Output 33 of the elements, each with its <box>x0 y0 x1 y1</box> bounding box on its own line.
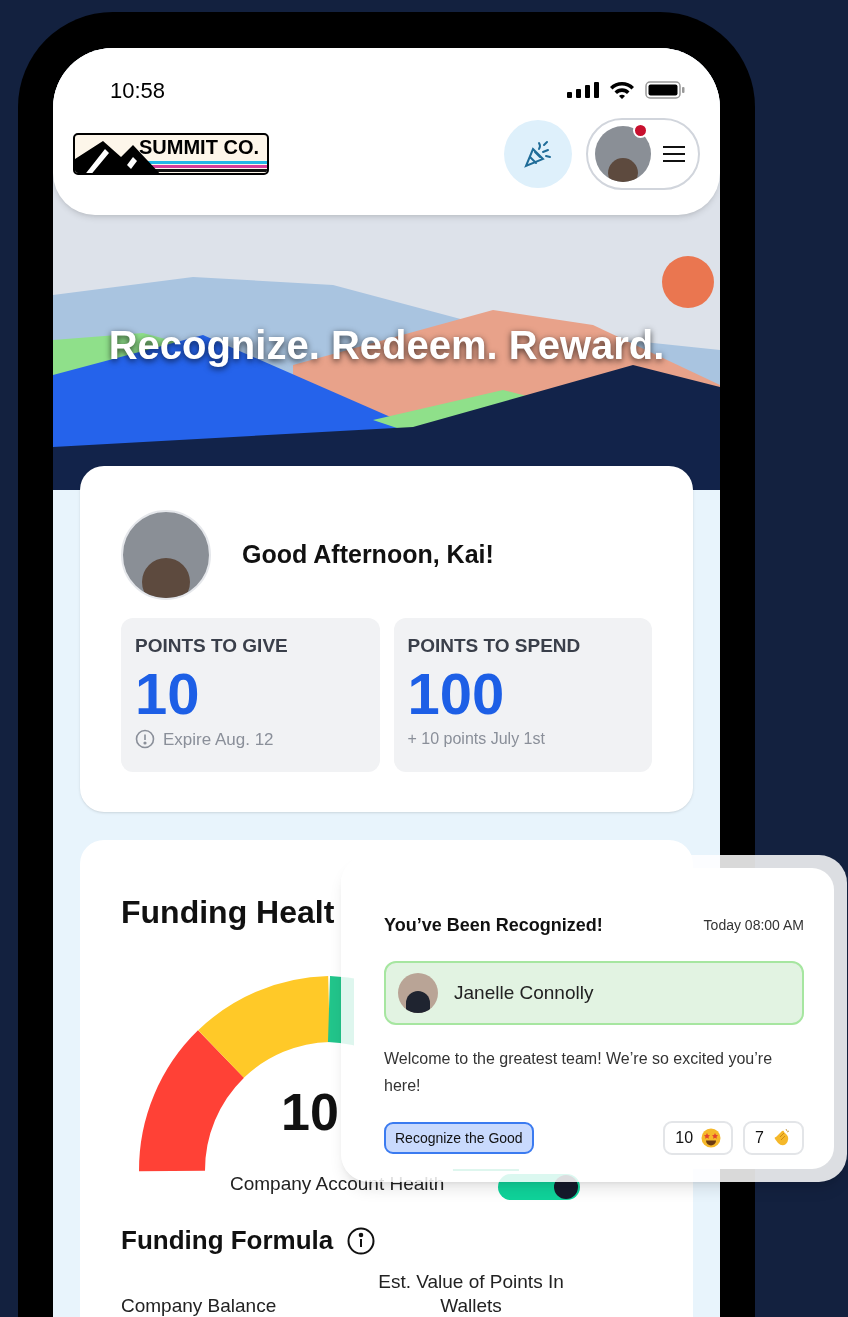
greeting-text: Good Afternoon, Kai! <box>242 539 494 571</box>
reaction-button[interactable]: 7 <box>743 1121 804 1155</box>
alert-icon <box>135 729 155 750</box>
section-title: Funding Formula <box>121 1224 334 1257</box>
points-label: POINTS TO GIVE <box>135 634 289 658</box>
menu-icon <box>663 146 685 162</box>
formula-term: Company Balance <box>121 1294 278 1317</box>
summit-logo[interactable]: SUMMIT CO. <box>73 133 269 175</box>
logo-text: SUMMIT CO. <box>139 135 259 160</box>
points-note: + 10 points July 1st <box>407 728 545 749</box>
avatar-silhouette <box>595 126 651 182</box>
reaction-button[interactable]: 10 <box>663 1121 734 1155</box>
clapping-hands-icon <box>772 1128 792 1148</box>
recognize-button[interactable]: Recognize the Good <box>384 1122 534 1154</box>
card-title: Funding Healt <box>121 893 335 932</box>
notification-title: You’ve Been Recognized! <box>384 914 603 937</box>
formula-term: Est. Value of Points In Wallets <box>377 1270 565 1317</box>
points-value: 10 <box>135 662 201 725</box>
avatar-silhouette <box>398 973 438 1013</box>
points-label: POINTS TO SPEND <box>407 634 582 658</box>
info-icon[interactable] <box>347 1226 376 1255</box>
status-time: 10:58 <box>110 76 166 105</box>
points-note: Expire Aug. 12 <box>163 728 274 751</box>
party-popper-icon <box>522 138 554 170</box>
gauge-value: 10 <box>281 1086 339 1138</box>
battery-icon <box>645 81 685 99</box>
star-eyes-face-icon <box>701 1128 722 1148</box>
sender-name: Janelle Connolly <box>454 980 594 1005</box>
wifi-icon <box>609 81 635 99</box>
notification-time: Today 08:00 AM <box>703 916 804 935</box>
recognition-message: Welcome to the greatest team! We’re so excited you’re here! <box>384 1049 774 1096</box>
points-value: 100 <box>407 662 506 725</box>
signal-icon <box>567 82 599 98</box>
